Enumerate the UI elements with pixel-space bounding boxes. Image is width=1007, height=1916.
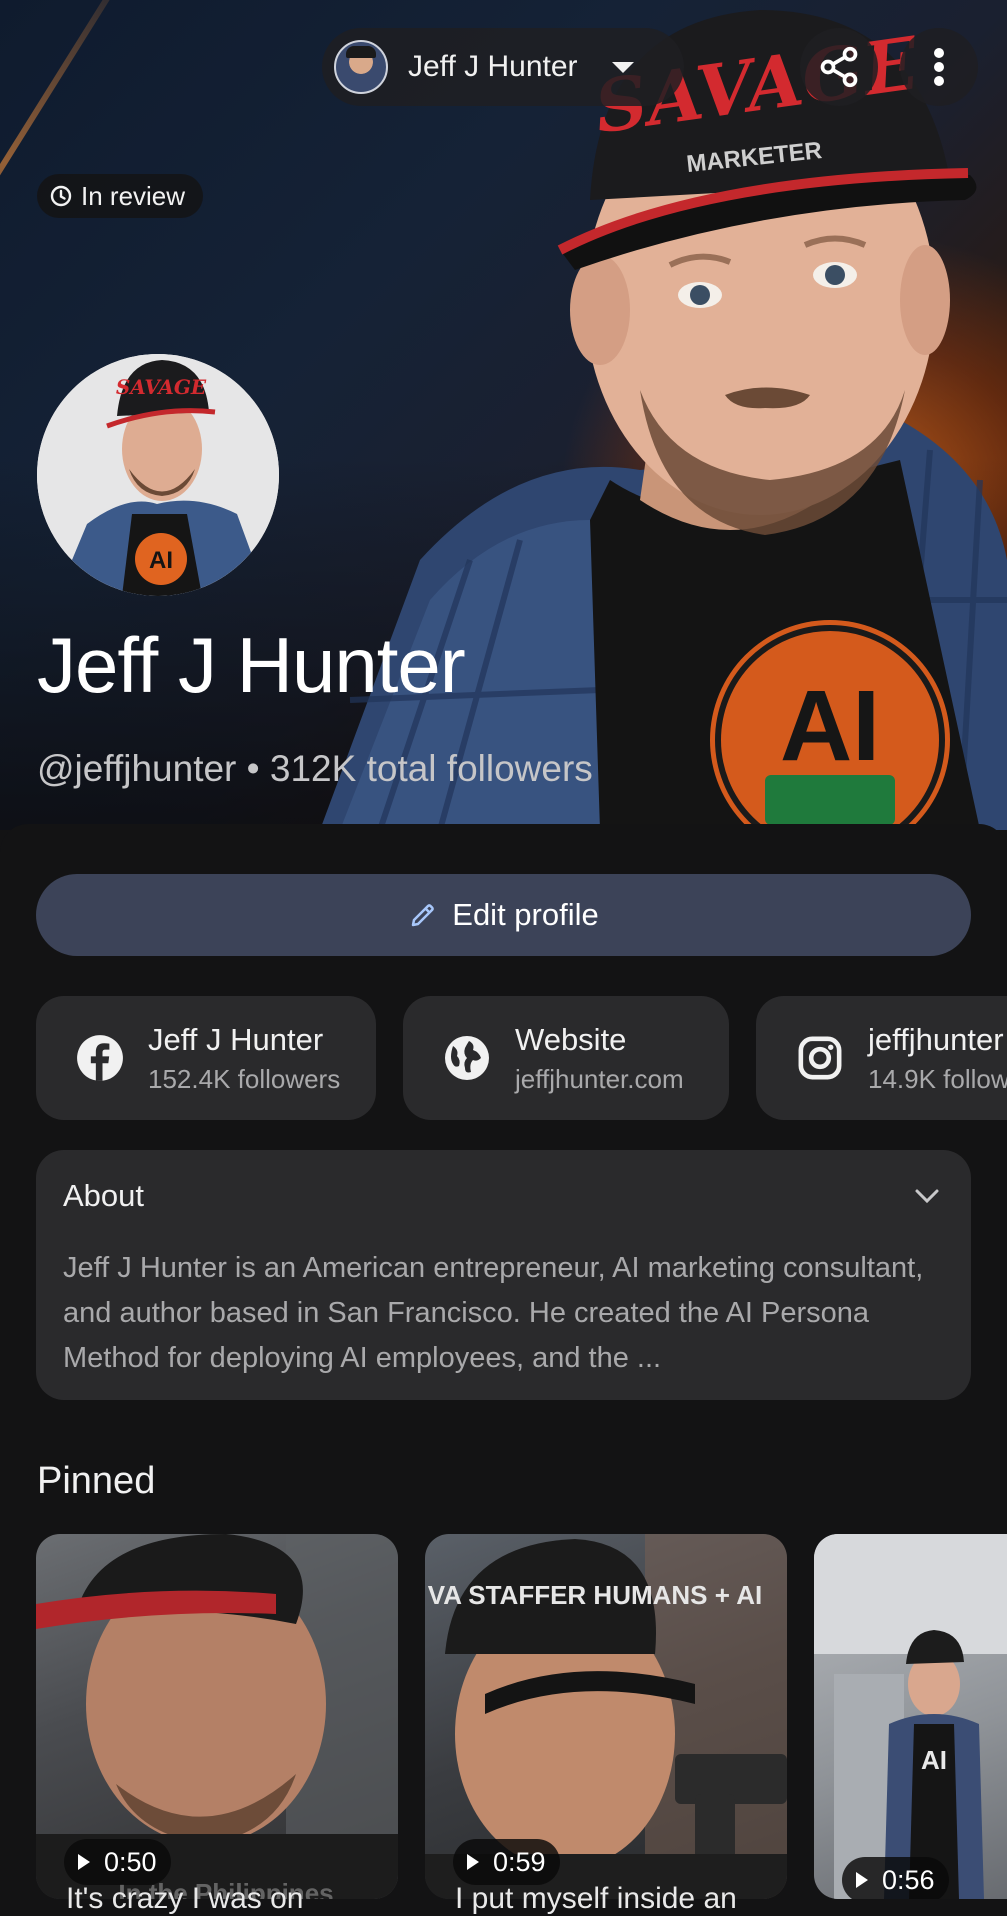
profile-handle-and-followers: @jeffjhunter • 312K total followers — [37, 748, 593, 789]
social-link-instagram[interactable]: jeffjhunter 14.9K followers — [756, 996, 1007, 1120]
profile-banner: AI SAVAGE MARKETER In review AI SAVAGE J… — [0, 0, 1007, 830]
video-duration: 0:59 — [453, 1839, 560, 1885]
video-duration: 0:50 — [64, 1839, 171, 1885]
status-badge-label: In review — [81, 180, 186, 211]
edit-profile-button[interactable]: Edit profile — [36, 874, 971, 956]
avatar-shirt-text: AI — [149, 547, 173, 574]
share-button[interactable] — [800, 28, 878, 106]
video-thumbnail: AI — [814, 1534, 1007, 1899]
profile-content: Edit profile Jeff J Hunter 152.4K follow… — [0, 824, 1007, 1915]
social-links: Jeff J Hunter 152.4K followers Website j… — [36, 996, 1007, 1120]
about-title: About — [63, 1178, 145, 1213]
shirt-logo-text: AI — [921, 1745, 947, 1775]
video-duration-text: 0:56 — [882, 1864, 935, 1895]
social-link-title: jeffjhunter — [868, 1022, 1004, 1057]
shirt-logo-text: AI — [780, 670, 880, 782]
about-description: Jeff J Hunter is an American entrepreneu… — [63, 1252, 924, 1374]
social-link-title: Jeff J Hunter — [148, 1022, 324, 1057]
more-options-button[interactable] — [900, 28, 978, 106]
avatar-hat-text: SAVAGE — [116, 375, 207, 399]
pinned-video-caption: I put myself inside an — [455, 1882, 737, 1915]
page-title: Jeff J Hunter — [37, 621, 466, 709]
account-switcher-label: Jeff J Hunter — [408, 50, 578, 83]
more-vert-icon — [934, 48, 944, 86]
video-duration-text: 0:50 — [104, 1846, 157, 1877]
about-section[interactable]: About Jeff J Hunter is an American entre… — [36, 1150, 971, 1400]
pinned-video[interactable]: In the Philippines 0:50 — [36, 1534, 398, 1899]
social-link-subtitle: 14.9K followers — [868, 1064, 1007, 1094]
pinned-videos: In the Philippines 0:50 VA STAFFER HUMAN… — [36, 1534, 1007, 1899]
globe-icon — [441, 1032, 493, 1084]
play-icon — [856, 1872, 868, 1888]
instagram-icon — [794, 1032, 846, 1084]
account-switcher[interactable]: Jeff J Hunter — [322, 28, 684, 106]
play-icon — [78, 1854, 90, 1870]
status-badge: In review — [37, 174, 204, 218]
facebook-icon — [74, 1032, 126, 1084]
social-link-subtitle: 152.4K followers — [148, 1064, 341, 1094]
pencil-icon — [412, 904, 435, 927]
video-duration-text: 0:59 — [493, 1846, 546, 1877]
avatar-image: AI SAVAGE — [37, 354, 279, 596]
pinned-video[interactable]: AI 0:56 — [814, 1534, 1007, 1899]
chevron-down-icon — [611, 61, 634, 73]
social-link-website[interactable]: Website jeffjhunter.com — [403, 996, 729, 1120]
video-duration: 0:56 — [842, 1857, 949, 1899]
share-icon — [820, 46, 858, 88]
edit-profile-label: Edit profile — [452, 897, 599, 932]
chevron-down-icon[interactable] — [913, 1186, 941, 1206]
cap-logo-text: VA STAFFER HUMANS + AI — [428, 1580, 762, 1610]
pinned-heading: Pinned — [37, 1460, 156, 1502]
social-link-subtitle: jeffjhunter.com — [515, 1064, 684, 1094]
pinned-video-caption: It's crazy I was on — [66, 1882, 304, 1915]
pinned-video[interactable]: VA STAFFER HUMANS + AI 0:59 — [425, 1534, 787, 1899]
social-link-facebook[interactable]: Jeff J Hunter 152.4K followers — [36, 996, 376, 1120]
play-icon — [467, 1854, 479, 1870]
avatar[interactable]: AI SAVAGE — [37, 354, 279, 596]
social-link-title: Website — [515, 1022, 627, 1057]
clock-icon — [50, 185, 72, 207]
avatar — [334, 40, 388, 94]
